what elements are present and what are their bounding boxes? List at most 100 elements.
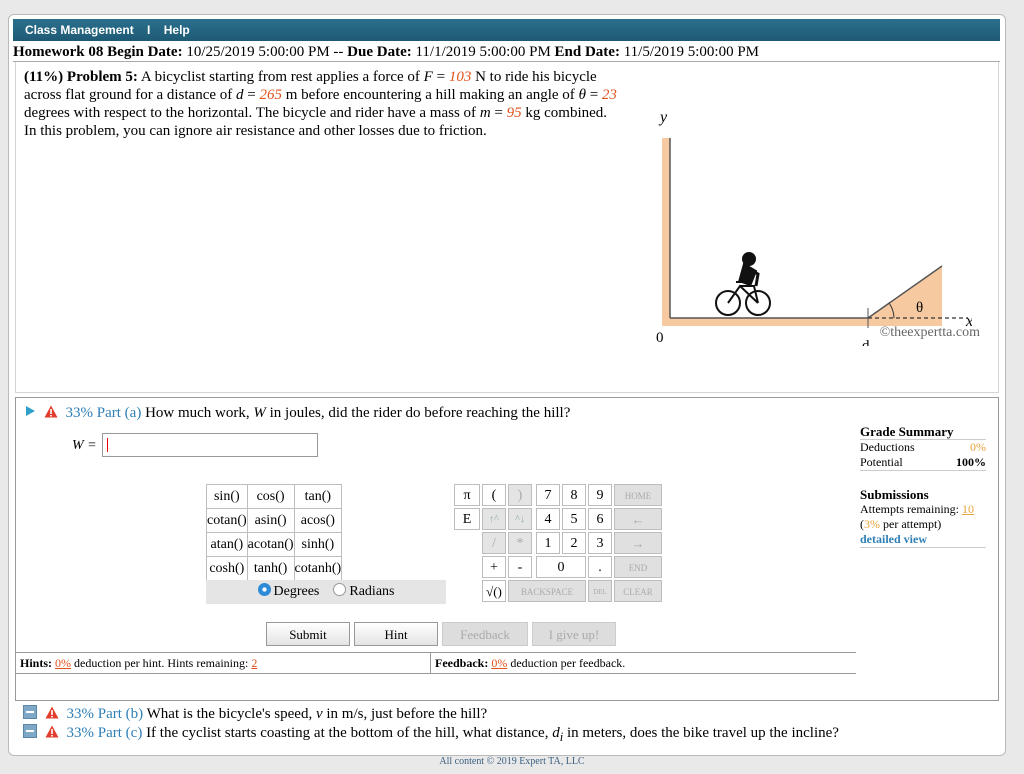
key-sqrt[interactable]: √() — [482, 580, 506, 602]
part-b-question-rest: in m/s, just before the hill? — [326, 706, 488, 722]
key-home[interactable]: HOME — [614, 484, 662, 506]
key-cosh[interactable]: cosh() — [206, 556, 248, 581]
key-down-arrow[interactable]: ^↓ — [508, 508, 532, 530]
part-c-label: Part (c) — [97, 725, 143, 741]
key-cotan[interactable]: cotan() — [206, 508, 248, 533]
submit-button[interactable]: Submit — [266, 622, 350, 646]
problem-label: Problem 5: — [66, 69, 138, 85]
key-dot[interactable]: . — [588, 556, 612, 578]
key-cos[interactable]: cos() — [246, 484, 295, 509]
collapse-icon[interactable] — [23, 705, 37, 719]
part-b-label: Part (b) — [97, 706, 144, 722]
expand-play-icon[interactable] — [26, 406, 35, 416]
y-axis-label: y — [658, 109, 668, 126]
key-0[interactable]: 0 — [536, 556, 586, 578]
key-left-arrow[interactable]: ← — [614, 508, 662, 530]
degrees-label: Degrees — [273, 584, 320, 599]
part-a-var: W — [253, 405, 266, 421]
key-cotanh[interactable]: cotanh() — [293, 556, 343, 581]
key-5[interactable]: 5 — [562, 508, 586, 530]
part-a-question-rest: in joules, did the rider do before reach… — [269, 405, 571, 421]
per-attempt-pct: 3% — [864, 517, 880, 531]
part-c-percent: 33% — [66, 725, 95, 741]
part-c-question: If the cyclist starts coasting at the bo… — [146, 725, 549, 741]
feedback-label: Feedback: — [435, 656, 489, 670]
submissions-title: Submissions — [860, 487, 929, 502]
warning-icon — [44, 405, 58, 418]
radians-radio[interactable] — [333, 583, 347, 596]
problem-text-3: m before encountering a hill making an a… — [285, 87, 575, 103]
detailed-view-link[interactable]: detailed view — [860, 532, 986, 548]
problem-weight: (11%) — [24, 69, 64, 85]
key-asin[interactable]: asin() — [246, 508, 295, 533]
key-9[interactable]: 9 — [588, 484, 612, 506]
give-up-button[interactable]: I give up! — [532, 622, 616, 646]
nav-class-management[interactable]: Class Management — [25, 19, 134, 41]
key-up-arrow[interactable]: ↑^ — [482, 508, 506, 530]
hints-label: Hints: — [20, 656, 53, 670]
copyright-watermark: ©theexpertta.com — [879, 325, 980, 340]
answer-input[interactable] — [102, 433, 318, 457]
key-3[interactable]: 3 — [588, 532, 612, 554]
key-divide[interactable]: / — [482, 532, 506, 554]
end-label: End Date: — [554, 44, 620, 60]
part-c-question-rest: in meters, does the bike travel up the i… — [566, 725, 839, 741]
key-rparen[interactable]: ) — [508, 484, 532, 506]
d-label: d — [862, 338, 870, 346]
key-lparen[interactable]: ( — [482, 484, 506, 506]
theta-label: θ — [916, 300, 923, 316]
key-multiply[interactable]: * — [508, 532, 532, 554]
key-acos[interactable]: acos() — [293, 508, 343, 533]
key-atan[interactable]: atan() — [206, 532, 248, 557]
part-c-row[interactable]: 33% Part (c) If the cyclist starts coast… — [23, 724, 839, 746]
key-7[interactable]: 7 — [536, 484, 560, 506]
key-minus[interactable]: - — [508, 556, 532, 578]
nav-help[interactable]: Help — [164, 19, 190, 41]
key-2[interactable]: 2 — [562, 532, 586, 554]
radians-label: Radians — [349, 584, 395, 599]
key-plus[interactable]: + — [482, 556, 506, 578]
bicyclist-icon — [715, 252, 771, 316]
key-4[interactable]: 4 — [536, 508, 560, 530]
wall — [662, 138, 670, 318]
key-1[interactable]: 1 — [536, 532, 560, 554]
problem-text-1: A bicyclist starting from rest applies a… — [140, 69, 420, 85]
key-tanh[interactable]: tanh() — [246, 556, 295, 581]
part-b-row[interactable]: 33% Part (b) What is the bicycle's speed… — [23, 705, 487, 723]
function-keys: sin() cos() tan() cotan() asin() acos() … — [206, 484, 343, 581]
mass-value: 95 — [506, 105, 522, 121]
collapse-icon[interactable] — [23, 724, 37, 738]
grade-summary: Grade Summary Deductions 0% Potential 10… — [860, 424, 986, 548]
key-del[interactable]: DEL — [588, 580, 612, 602]
force-symbol: F — [423, 69, 433, 85]
attempts-row: Attempts remaining: 10 — [860, 502, 986, 517]
key-acotan[interactable]: acotan() — [246, 532, 295, 557]
deductions-row: Deductions 0% — [860, 440, 986, 455]
key-pi[interactable]: π — [454, 484, 480, 506]
part-a-percent: 33% — [65, 405, 94, 421]
attempts-label: Attempts remaining: — [860, 502, 959, 516]
hint-button[interactable]: Hint — [354, 622, 438, 646]
answer-label: W = — [72, 438, 97, 453]
grade-summary-title: Grade Summary — [860, 424, 986, 440]
key-8[interactable]: 8 — [562, 484, 586, 506]
nav-separator: I — [147, 23, 151, 37]
key-6[interactable]: 6 — [588, 508, 612, 530]
feedback-button[interactable]: Feedback — [442, 622, 528, 646]
warning-icon — [45, 706, 59, 719]
feedback-info: Feedback: 0% deduction per feedback. — [430, 653, 625, 673]
key-tan[interactable]: tan() — [293, 484, 343, 509]
top-nav: Class Management I Help — [13, 19, 1000, 41]
key-end[interactable]: END — [614, 556, 662, 578]
end-value: 11/5/2019 5:00:00 PM — [623, 44, 759, 60]
key-e[interactable]: E — [454, 508, 480, 530]
text-caret — [107, 438, 108, 452]
degrees-radio[interactable] — [257, 583, 271, 596]
key-sinh[interactable]: sinh() — [293, 532, 343, 557]
key-right-arrow[interactable]: → — [614, 532, 662, 554]
key-sin[interactable]: sin() — [206, 484, 248, 509]
homework-title: Homework 08 — [13, 44, 104, 60]
key-clear[interactable]: CLEAR — [614, 580, 662, 602]
hint-deduction: 0% — [55, 656, 72, 670]
key-backspace[interactable]: BACKSPACE — [508, 580, 586, 602]
